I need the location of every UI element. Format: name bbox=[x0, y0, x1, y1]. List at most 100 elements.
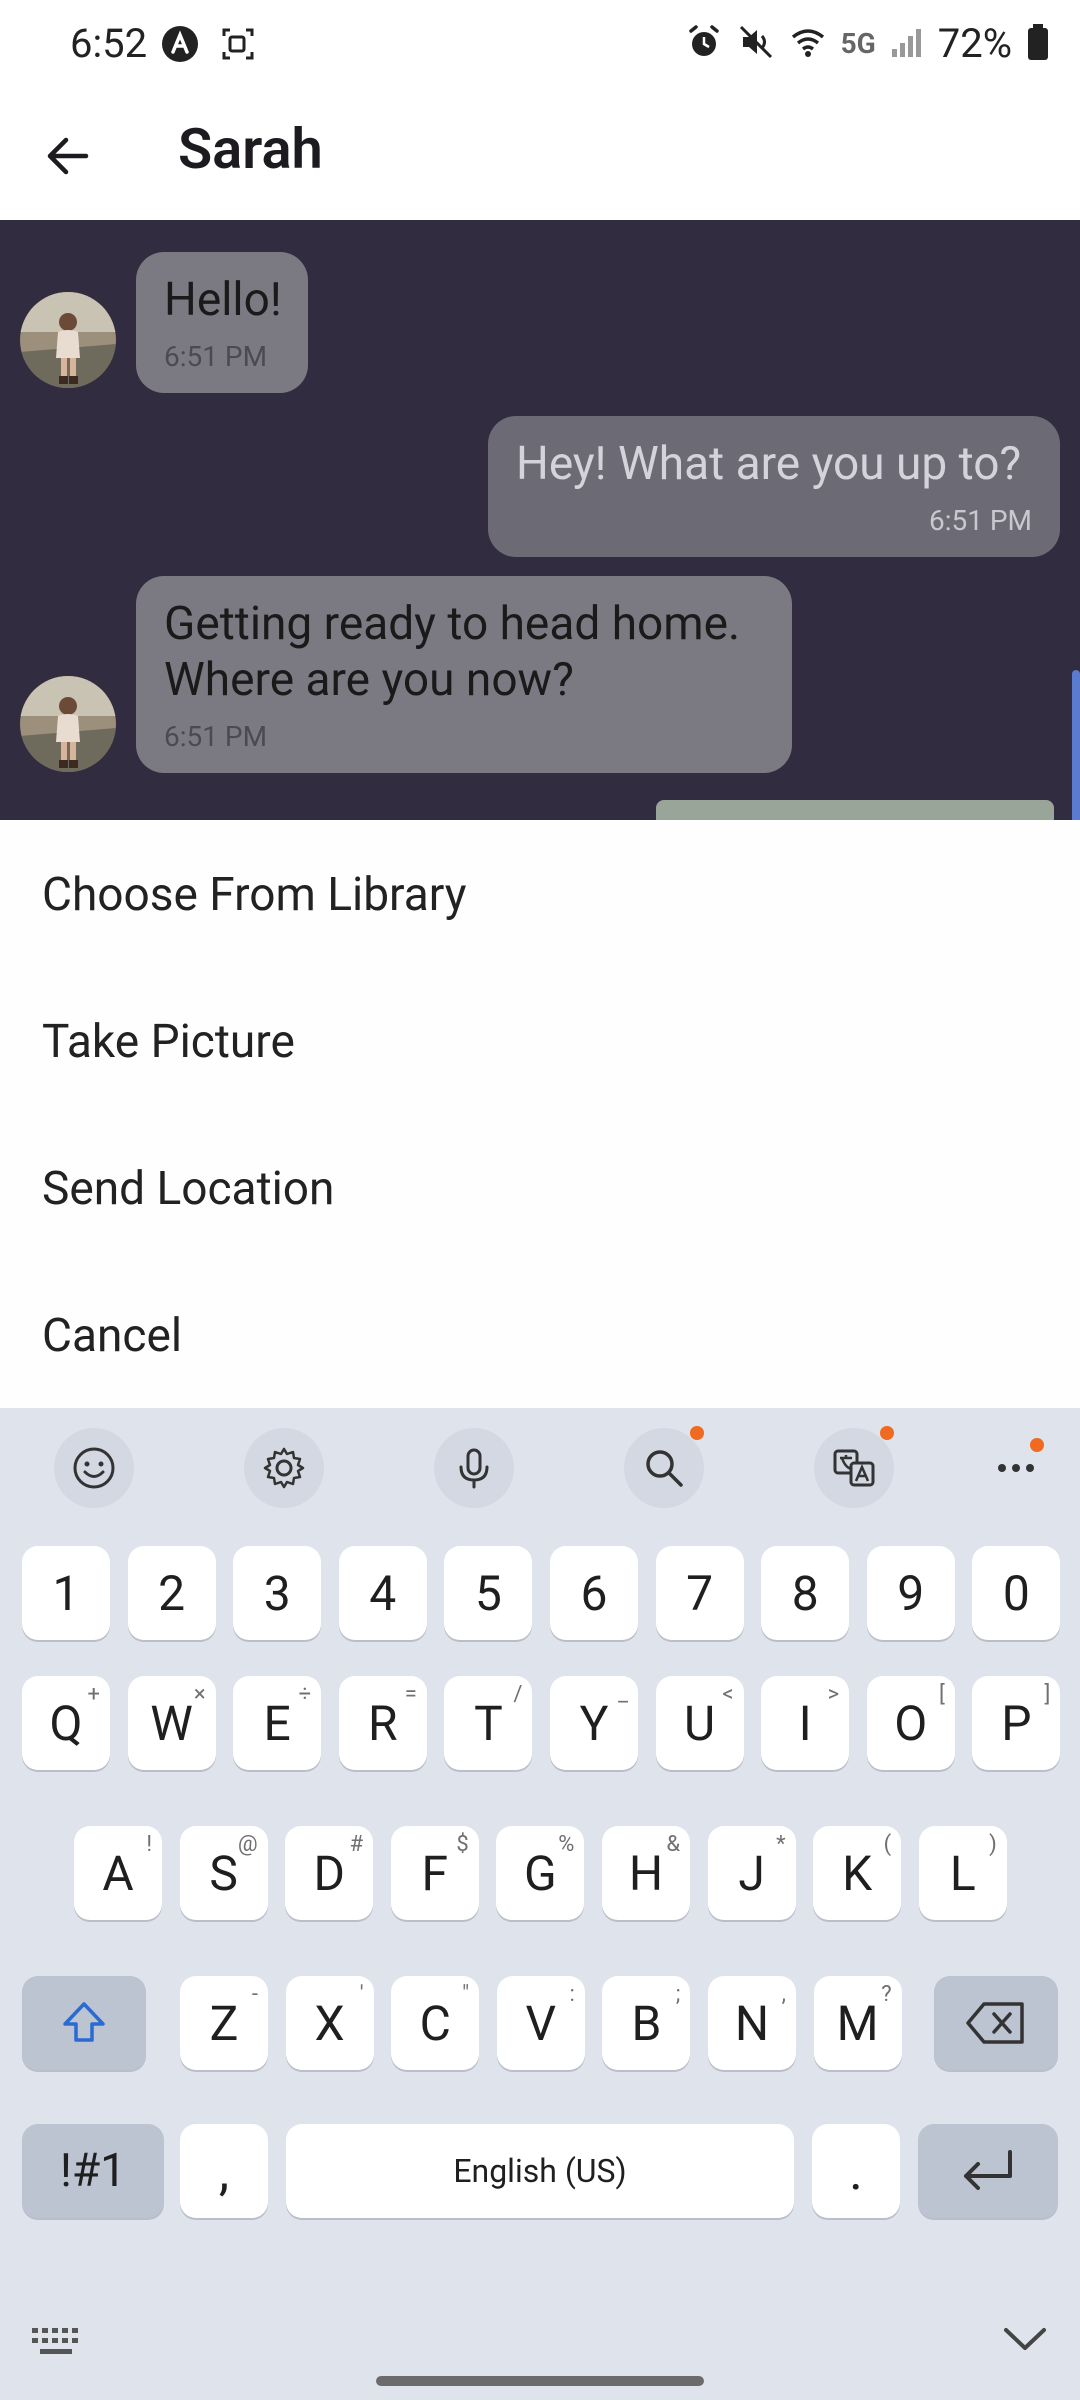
key-p[interactable]: P] bbox=[972, 1676, 1061, 1770]
key-m[interactable]: M? bbox=[813, 1976, 902, 2070]
voice-input-button[interactable] bbox=[434, 1428, 514, 1508]
key-i[interactable]: I > bbox=[761, 1676, 850, 1770]
key-a[interactable]: A! bbox=[74, 1826, 162, 1920]
message-bubble-outgoing[interactable]: Hey! What are you up to? 6:51 PM bbox=[488, 416, 1060, 557]
symbols-key[interactable]: !#1 bbox=[22, 2124, 164, 2218]
cancel-option[interactable]: Cancel bbox=[42, 1309, 182, 1363]
key-x[interactable]: X ' bbox=[285, 1976, 374, 2070]
send-location-option[interactable]: Send Location bbox=[42, 1162, 334, 1216]
status-time: 6:52 bbox=[70, 20, 148, 67]
choose-from-library-option[interactable]: Choose From Library bbox=[42, 868, 467, 922]
key-7[interactable]: 7 bbox=[655, 1546, 744, 1640]
scrollbar[interactable] bbox=[1072, 670, 1080, 820]
keyboard-switch-button[interactable] bbox=[30, 2322, 86, 2366]
key-label: C bbox=[419, 1994, 451, 2052]
status-right-icons: 5G 72% bbox=[685, 20, 1050, 67]
key-label: L bbox=[949, 1844, 976, 1902]
key-secondary-symbol: ÷ bbox=[298, 1682, 312, 1707]
key-label: K bbox=[842, 1844, 873, 1902]
key-8[interactable]: 8 bbox=[761, 1546, 850, 1640]
key-6[interactable]: 6 bbox=[550, 1546, 638, 1640]
search-button[interactable] bbox=[624, 1428, 704, 1508]
notification-dot bbox=[1030, 1438, 1044, 1452]
key-secondary-symbol: * bbox=[776, 1832, 786, 1857]
space-key[interactable]: English (US) bbox=[286, 2124, 794, 2218]
more-options-button[interactable] bbox=[976, 1428, 1056, 1508]
key-secondary-symbol: - bbox=[251, 1982, 258, 2007]
chat-message-list[interactable]: Hello! 6:51 PM Hey! What are you up to? … bbox=[0, 220, 1080, 820]
key-w[interactable]: W × bbox=[127, 1676, 216, 1770]
key-e[interactable]: E ÷ bbox=[233, 1676, 322, 1770]
location-map-preview[interactable] bbox=[656, 800, 1054, 820]
period-key[interactable]: . bbox=[812, 2124, 900, 2218]
key-9[interactable]: 9 bbox=[866, 1546, 955, 1640]
key-h[interactable]: H & bbox=[602, 1826, 690, 1920]
key-r[interactable]: R = bbox=[338, 1676, 427, 1770]
translate-button[interactable] bbox=[814, 1428, 894, 1508]
message-time: 6:51 PM bbox=[928, 504, 1032, 537]
message-bubble-incoming[interactable]: Hello! 6:51 PM bbox=[136, 252, 308, 393]
battery-icon bbox=[1026, 23, 1050, 65]
key-secondary-symbol: ' bbox=[359, 1982, 364, 2007]
hide-keyboard-button[interactable] bbox=[1000, 2318, 1050, 2362]
key-l[interactable]: L) bbox=[918, 1826, 1007, 1920]
shift-icon bbox=[63, 2002, 105, 2042]
key-z[interactable]: Z- bbox=[180, 1976, 268, 2070]
key-1[interactable]: 1 bbox=[22, 1546, 110, 1640]
key-v[interactable]: V: bbox=[496, 1976, 585, 2070]
key-4[interactable]: 4 bbox=[338, 1546, 427, 1640]
key-secondary-symbol: ? bbox=[881, 1982, 892, 2007]
key-k[interactable]: K( bbox=[813, 1826, 902, 1920]
key-b[interactable]: B; bbox=[602, 1976, 691, 2070]
message-bubble-incoming[interactable]: Getting ready to head home. Where are yo… bbox=[136, 576, 792, 773]
home-indicator[interactable] bbox=[376, 2376, 704, 2386]
key-secondary-symbol: ( bbox=[883, 1832, 892, 1857]
key-n[interactable]: N, bbox=[708, 1976, 796, 2070]
key-f[interactable]: F $ bbox=[390, 1826, 479, 1920]
emoji-button[interactable] bbox=[54, 1428, 134, 1508]
key-3[interactable]: 3 bbox=[233, 1546, 322, 1640]
chat-title: Sarah bbox=[178, 116, 323, 182]
shift-key[interactable] bbox=[22, 1976, 146, 2070]
enter-key[interactable] bbox=[918, 2124, 1058, 2218]
period-key-label: . bbox=[849, 2140, 863, 2202]
key-g[interactable]: G% bbox=[496, 1826, 585, 1920]
keyboard-settings-button[interactable] bbox=[244, 1428, 324, 1508]
key-j[interactable]: J * bbox=[707, 1826, 796, 1920]
microphone-icon bbox=[459, 1448, 489, 1489]
key-s[interactable]: S @ bbox=[179, 1826, 268, 1920]
key-label: F bbox=[421, 1844, 449, 1902]
key-label: X bbox=[314, 1994, 345, 2052]
key-label: A bbox=[102, 1844, 134, 1902]
app-bar: Sarah bbox=[0, 88, 1080, 220]
back-button[interactable] bbox=[30, 118, 106, 194]
key-5[interactable]: 5 bbox=[444, 1546, 533, 1640]
key-u[interactable]: U < bbox=[655, 1676, 744, 1770]
key-2[interactable]: 2 bbox=[127, 1546, 216, 1640]
key-0[interactable]: 0 bbox=[972, 1546, 1061, 1640]
avatar[interactable] bbox=[20, 676, 116, 772]
key-label: Z bbox=[209, 1994, 239, 2052]
status-left-icons bbox=[160, 24, 258, 68]
key-c[interactable]: C " bbox=[391, 1976, 480, 2070]
key-label: Q bbox=[49, 1694, 83, 1752]
message-text: Hello! bbox=[164, 273, 282, 327]
battery-percent: 72% bbox=[937, 20, 1012, 67]
backspace-key[interactable] bbox=[934, 1976, 1058, 2070]
key-d[interactable]: D # bbox=[285, 1826, 374, 1920]
app-notification-icon bbox=[160, 24, 200, 68]
key-y[interactable]: Y _ bbox=[550, 1676, 638, 1770]
key-secondary-symbol: , bbox=[781, 1982, 786, 2007]
network-type: 5G bbox=[840, 27, 876, 60]
avatar[interactable] bbox=[20, 292, 116, 388]
key-o[interactable]: O[ bbox=[866, 1676, 955, 1770]
key-secondary-symbol: & bbox=[666, 1832, 680, 1857]
key-label: J bbox=[738, 1844, 765, 1902]
key-q[interactable]: Q + bbox=[22, 1676, 110, 1770]
key-secondary-symbol: # bbox=[349, 1832, 364, 1857]
keyboard: 1 2 3 4 5 6 7 8 9 0 Q + W × E ÷ R = T / Y _ U < I > O[P] A! S @ D # F $ G%… bbox=[0, 1408, 1080, 2400]
key-t[interactable]: T / bbox=[444, 1676, 533, 1770]
comma-key[interactable]: , bbox=[180, 2124, 268, 2218]
take-picture-option[interactable]: Take Picture bbox=[42, 1015, 295, 1069]
key-label: H bbox=[628, 1844, 664, 1902]
